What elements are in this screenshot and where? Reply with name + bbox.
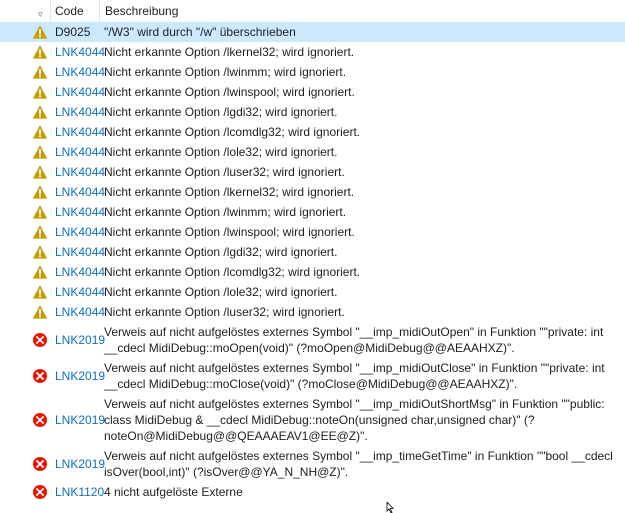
error-code-link[interactable]: LNK2019 (55, 332, 105, 348)
error-list-row[interactable]: D9025 "/W3" wird durch "/w" überschrieben (0, 22, 625, 42)
error-description: Nicht erkannte Option /luser32; wird ign… (104, 305, 345, 319)
warning-icon (32, 284, 48, 300)
error-code-link[interactable]: LNK4044 (55, 44, 105, 60)
error-list-row[interactable]: LNK4044 Nicht erkannte Option /luser32; w… (0, 162, 625, 182)
error-list-row[interactable]: LNK4044 Nicht erkannte Option /lwinspool;… (0, 82, 625, 102)
error-list-row[interactable]: LNK4044 Nicht erkannte Option /lole32; wi… (0, 282, 625, 302)
column-header-code[interactable]: Code (51, 0, 100, 22)
error-description: Nicht erkannte Option /lwinspool; wird i… (104, 225, 355, 239)
warning-icon (32, 164, 48, 180)
error-code-link[interactable]: D9025 (55, 24, 90, 40)
error-description: Verweis auf nicht aufgelöstes externes S… (104, 449, 613, 479)
error-icon (32, 484, 48, 500)
error-list-row[interactable]: LNK2019 Verweis auf nicht aufgelöstes ext… (0, 394, 625, 446)
error-code-link[interactable]: LNK1120 (55, 484, 104, 500)
error-code-link[interactable]: LNK4044 (55, 304, 105, 320)
error-description: Nicht erkannte Option /lcomdlg32; wird i… (104, 125, 361, 139)
error-code-link[interactable]: LNK4044 (55, 184, 105, 200)
error-list-row[interactable]: LNK1120 4 nicht aufgelöste Externe (0, 482, 625, 502)
error-description: Nicht erkannte Option /lcomdlg32; wird i… (104, 265, 361, 279)
warning-icon (32, 184, 48, 200)
error-list-row[interactable]: LNK4044 Nicht erkannte Option /lole32; wi… (0, 142, 625, 162)
warning-icon (32, 124, 48, 140)
error-list-row[interactable]: LNK2019 Verweis auf nicht aufgelöstes ext… (0, 358, 625, 394)
error-description: Nicht erkannte Option /lole32; wird igno… (104, 145, 338, 159)
error-list-row[interactable]: LNK4044 Nicht erkannte Option /lwinmm; wi… (0, 202, 625, 222)
error-list-row[interactable]: LNK2019 Verweis auf nicht aufgelöstes ext… (0, 322, 625, 358)
error-code-link[interactable]: LNK2019 (55, 368, 105, 384)
warning-icon (32, 264, 48, 280)
error-description: Nicht erkannte Option /lwinmm; wird igno… (104, 65, 347, 79)
warning-icon (32, 204, 48, 220)
error-list-row[interactable]: LNK4044 Nicht erkannte Option /lcomdlg32;… (0, 122, 625, 142)
warning-icon (32, 104, 48, 120)
error-code-link[interactable]: LNK4044 (55, 104, 105, 120)
warning-icon (32, 144, 48, 160)
error-description: Verweis auf nicht aufgelöstes externes S… (104, 325, 604, 355)
error-list-panel: ▿ Code Beschreibung D9025 "/W3" wird durc… (0, 0, 625, 513)
column-header: ▿ Code Beschreibung (0, 0, 625, 23)
warning-icon (32, 304, 48, 320)
error-list-row[interactable]: LNK4044 Nicht erkannte Option /lkernel32;… (0, 42, 625, 62)
warning-icon (32, 224, 48, 240)
error-code-link[interactable]: LNK2019 (55, 412, 105, 428)
error-code-link[interactable]: LNK4044 (55, 224, 105, 240)
error-list: D9025 "/W3" wird durch "/w" überschrieben… (0, 22, 625, 502)
error-code-link[interactable]: LNK4044 (55, 64, 105, 80)
warning-icon (32, 44, 48, 60)
column-header-type[interactable]: ▿ (0, 0, 51, 22)
error-icon (32, 456, 48, 472)
error-list-row[interactable]: LNK4044 Nicht erkannte Option /lwinmm; wi… (0, 62, 625, 82)
error-description: Nicht erkannte Option /lgdi32; wird igno… (104, 105, 338, 119)
column-header-description[interactable]: Beschreibung (101, 0, 501, 22)
error-code-link[interactable]: LNK4044 (55, 244, 105, 260)
error-code-link[interactable]: LNK4044 (55, 84, 105, 100)
error-code-link[interactable]: LNK4044 (55, 284, 105, 300)
error-code-link[interactable]: LNK2019 (55, 456, 105, 472)
error-description: Nicht erkannte Option /lkernel32; wird i… (104, 185, 355, 199)
error-description: Nicht erkannte Option /lole32; wird igno… (104, 285, 338, 299)
error-list-row[interactable]: LNK4044 Nicht erkannte Option /lkernel32;… (0, 182, 625, 202)
error-list-row[interactable]: LNK4044 Nicht erkannte Option /lgdi32; wi… (0, 102, 625, 122)
error-code-link[interactable]: LNK4044 (55, 264, 105, 280)
error-description: "/W3" wird durch "/w" überschrieben (104, 25, 296, 39)
error-icon (32, 332, 48, 348)
mouse-cursor-icon (386, 502, 394, 513)
error-list-row[interactable]: LNK4044 Nicht erkannte Option /lgdi32; wi… (0, 242, 625, 262)
warning-icon (32, 24, 48, 40)
error-description: 4 nicht aufgelöste Externe (104, 485, 243, 499)
error-code-link[interactable]: LNK4044 (55, 204, 105, 220)
warning-icon (32, 244, 48, 260)
warning-icon (32, 84, 48, 100)
error-description: Nicht erkannte Option /lwinmm; wird igno… (104, 205, 347, 219)
error-description: Verweis auf nicht aufgelöstes externes S… (104, 361, 605, 391)
error-description: Nicht erkannte Option /lwinspool; wird i… (104, 85, 355, 99)
error-description: Nicht erkannte Option /lgdi32; wird igno… (104, 245, 338, 259)
warning-icon (32, 64, 48, 80)
error-list-row[interactable]: LNK4044 Nicht erkannte Option /lwinspool;… (0, 222, 625, 242)
error-code-link[interactable]: LNK4044 (55, 144, 105, 160)
error-icon (32, 412, 48, 428)
error-code-link[interactable]: LNK4044 (55, 164, 105, 180)
error-description: Nicht erkannte Option /luser32; wird ign… (104, 165, 345, 179)
error-description: Nicht erkannte Option /lkernel32; wird i… (104, 45, 355, 59)
error-list-row[interactable]: LNK4044 Nicht erkannte Option /luser32; w… (0, 302, 625, 322)
error-list-row[interactable]: LNK4044 Nicht erkannte Option /lcomdlg32;… (0, 262, 625, 282)
error-icon (32, 368, 48, 384)
error-description: Verweis auf nicht aufgelöstes externes S… (104, 397, 605, 443)
error-code-link[interactable]: LNK4044 (55, 124, 105, 140)
error-list-row[interactable]: LNK2019 Verweis auf nicht aufgelöstes ext… (0, 446, 625, 482)
